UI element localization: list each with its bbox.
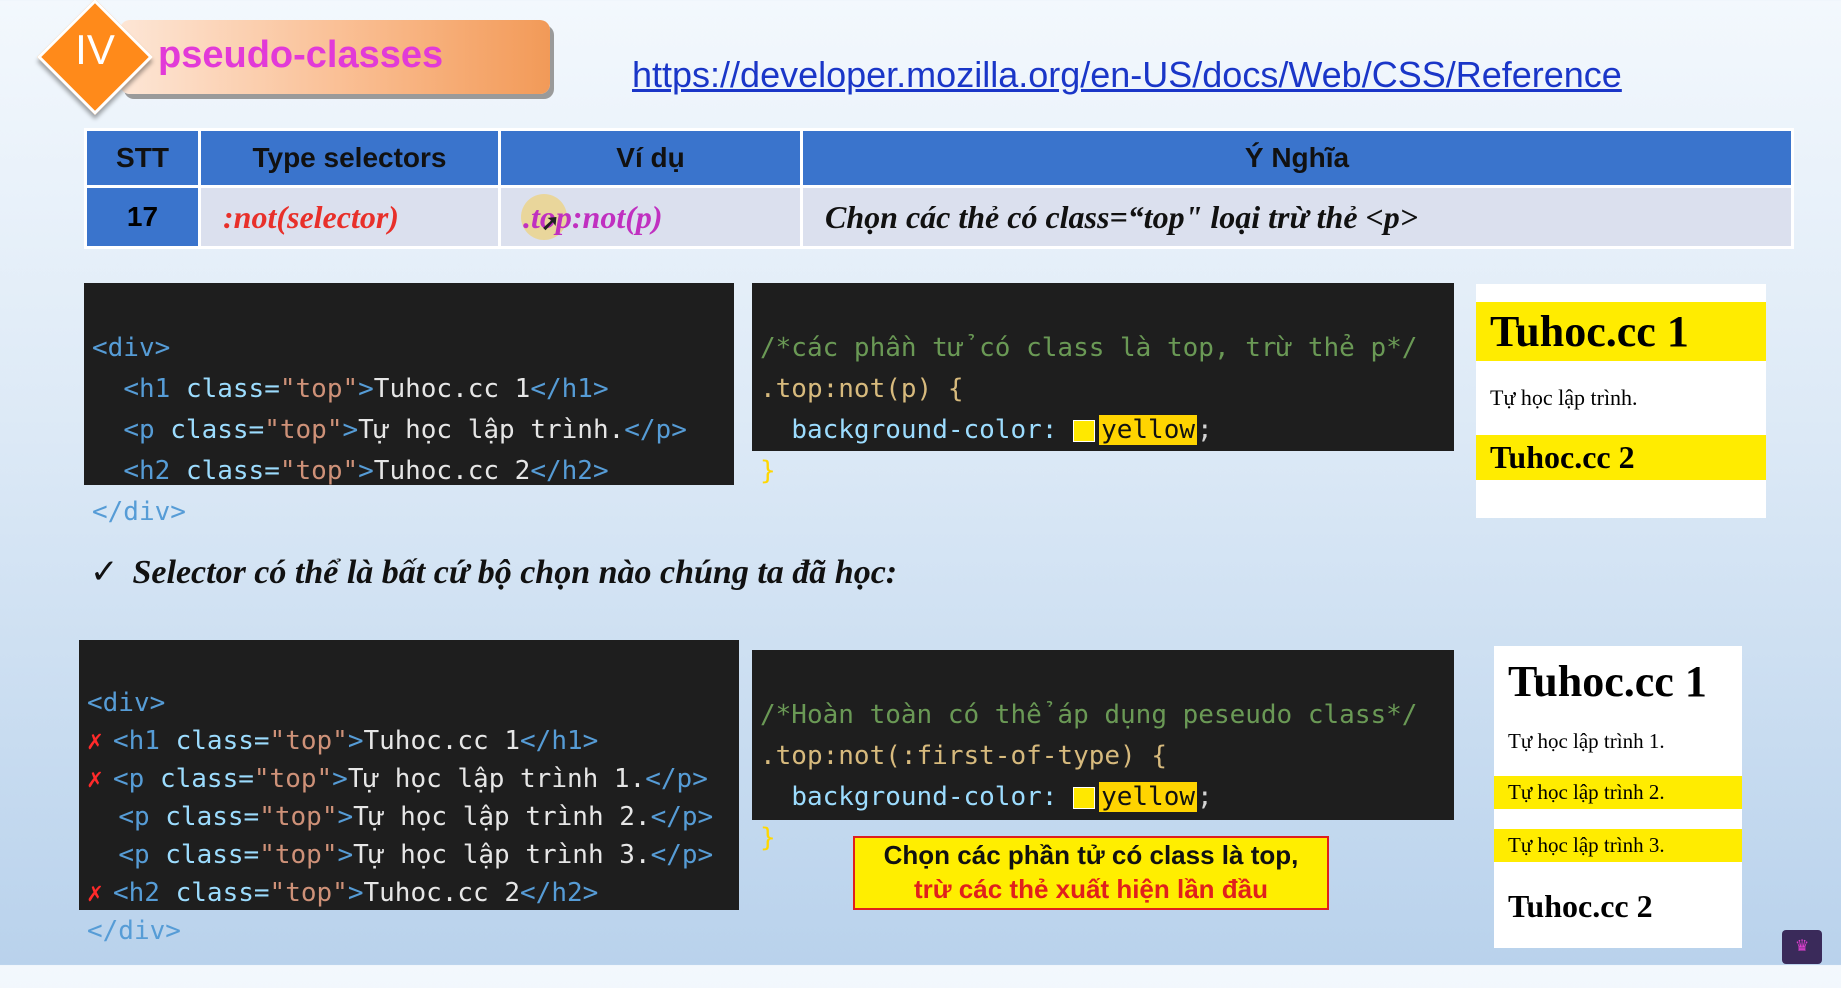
header-type-selectors: Type selectors xyxy=(198,128,501,188)
code-class-value: "top" xyxy=(279,456,359,486)
header-meaning: Ý Nghĩa xyxy=(800,128,1794,188)
css-value: yellow xyxy=(1099,782,1197,812)
css-declaration: background-color: yellow; xyxy=(760,777,1454,818)
css-property: background-color: xyxy=(791,782,1058,812)
code-div-close: </div> xyxy=(92,497,186,527)
code-line: <p class="top">Tự học lập trình.</p> xyxy=(123,415,687,445)
row-meaning: Chọn các thẻ có class=“top" loại trừ thẻ… xyxy=(800,185,1794,249)
code-text: Tự học lập trình 3. xyxy=(353,840,651,870)
header-stt: STT xyxy=(84,128,201,188)
code-div-close: </div> xyxy=(87,916,181,946)
x-mark-icon: ✗ xyxy=(87,764,103,794)
callout-line-1: Chọn các phần tử có class là top, xyxy=(883,840,1299,870)
preview-p2: Tự học lập trình 2. xyxy=(1494,776,1742,809)
note-label: Selector có thể là bất cứ bộ chọn nào ch… xyxy=(132,554,898,591)
code-text: Tự học lập trình. xyxy=(358,415,625,445)
css-code-panel-2: /*Hoàn toàn có thể áp dụng peseudo class… xyxy=(752,650,1454,853)
callout-line-2: trừ các thẻ xuất hiện lần đầu xyxy=(913,874,1269,904)
html-code-panel-2: <div> ✗ <h1 class="top">Tuhoc.cc 1</h1> ✗ <p… xyxy=(79,640,739,946)
table-row: 17 :not(selector) .top:not(p) ➚ Chọn các… xyxy=(84,185,1794,249)
section-title: pseudo-classes xyxy=(158,34,444,76)
css-comment: /*Hoàn toàn có thể áp dụng peseudo class… xyxy=(760,700,1418,730)
explanation-callout: Chọn các phần tử có class là top, trừ cá… xyxy=(853,836,1329,910)
css-semicolon: ; xyxy=(1197,415,1213,445)
row-selector: :not(selector) xyxy=(198,185,501,249)
code-line: ✗ <h2 class="top">Tuhoc.cc 2</h2> xyxy=(87,874,739,912)
preview-h1: Tuhoc.cc 1 xyxy=(1476,302,1766,361)
code-text: Tuhoc.cc 1 xyxy=(373,374,531,404)
check-icon: ✓ xyxy=(90,552,119,592)
section-badge: pseudo-classes IV xyxy=(37,0,550,115)
selector-table: STT Type selectors Ví dụ Ý Nghĩa 17 :not… xyxy=(84,128,1794,249)
code-line: <h1 class="top">Tuhoc.cc 1</h1> xyxy=(123,374,609,404)
code-text: Tự học lập trình 1. xyxy=(347,764,646,794)
css-selector: .top:not(p) { xyxy=(760,374,964,404)
code-div-open: <div> xyxy=(87,688,166,718)
code-line: <p class="top">Tự học lập trình 3.</p> xyxy=(118,840,714,870)
code-line: <p class="top">Tự học lập trình 2.</p> xyxy=(118,802,714,832)
reference-link[interactable]: https://developer.mozilla.org/en-US/docs… xyxy=(632,54,1622,96)
code-text: Tự học lập trình 2. xyxy=(353,802,651,832)
code-class-value: "top" xyxy=(279,374,359,404)
header-example: Ví dụ xyxy=(498,128,803,188)
code-div-open: <div> xyxy=(92,333,171,363)
preview-panel-2: Tuhoc.cc 1 Tự học lập trình 1. Tự học lậ… xyxy=(1494,646,1742,948)
css-comment: /*các phần tử có class là top, trừ thẻ p… xyxy=(760,333,1418,363)
preview-h2: Tuhoc.cc 2 xyxy=(1476,435,1766,480)
code-text: Tuhoc.cc 2 xyxy=(373,456,531,486)
css-semicolon: ; xyxy=(1197,782,1213,812)
css-value: yellow xyxy=(1099,415,1197,445)
code-line: ✗ <p class="top">Tự học lập trình 1.</p> xyxy=(87,760,739,798)
note-text: ✓ Selector có thể là bất cứ bộ chọn nào c… xyxy=(90,552,897,592)
row-stt: 17 xyxy=(84,185,201,249)
code-line: <h2 class="top">Tuhoc.cc 2</h2> xyxy=(123,456,609,486)
code-line: </div> xyxy=(87,912,739,950)
preview-p: Tự học lập trình. xyxy=(1490,385,1638,410)
code-class-value: "top" xyxy=(264,415,343,445)
css-property: background-color: xyxy=(791,415,1058,445)
css-code-panel-1: /*các phần tử có class là top, trừ thẻ p… xyxy=(752,283,1454,486)
code-line: <div> xyxy=(87,684,739,722)
mouse-cursor-icon: ➚ xyxy=(541,210,560,235)
x-mark-icon: ✗ xyxy=(87,726,103,756)
code-line: ✗ <h1 class="top">Tuhoc.cc 1</h1> xyxy=(87,722,739,760)
css-close-brace: } xyxy=(760,456,776,486)
preview-p1: Tự học lập trình 1. xyxy=(1508,729,1665,753)
preview-h1: Tuhoc.cc 1 xyxy=(1508,657,1707,706)
css-selector: .top:not(:first-of-type) { xyxy=(760,741,1167,771)
css-declaration: background-color: yellow; xyxy=(760,410,1454,451)
code-text: Tuhoc.cc 2 xyxy=(363,878,521,908)
x-mark-icon: ✗ xyxy=(87,878,103,908)
preview-panel-1: Tuhoc.cc 1 Tự học lập trình. Tuhoc.cc 2 xyxy=(1476,284,1766,518)
channel-avatar-icon: ♛ xyxy=(1782,930,1822,964)
html-code-panel-1: <div> <h1 class="top">Tuhoc.cc 1</h1> <p… xyxy=(84,283,734,527)
color-swatch-icon xyxy=(1073,786,1096,809)
code-line: <div> xyxy=(92,328,734,369)
code-line: </div> xyxy=(92,492,734,533)
preview-p3: Tự học lập trình 3. xyxy=(1494,829,1742,862)
preview-h2: Tuhoc.cc 2 xyxy=(1508,888,1653,924)
table-header-row: STT Type selectors Ví dụ Ý Nghĩa xyxy=(84,128,1794,188)
section-number: IV xyxy=(75,26,115,73)
color-swatch-icon xyxy=(1073,419,1096,442)
row-example: .top:not(p) ➚ xyxy=(498,185,803,249)
